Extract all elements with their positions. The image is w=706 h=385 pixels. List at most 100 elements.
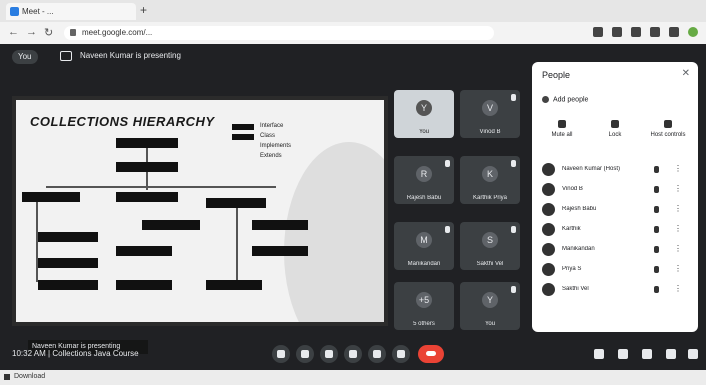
browser-tabbar: Meet - ... + — [0, 0, 706, 23]
mute-all-button[interactable]: Mute all — [538, 120, 586, 138]
list-item[interactable]: Sakthi Vel ⋮ — [532, 280, 698, 300]
hierarchy-node — [252, 246, 308, 256]
participant-name: You — [418, 129, 430, 135]
person-name: Vinod B — [562, 186, 583, 192]
action-label: Host controls — [650, 132, 686, 138]
extension-icon[interactable] — [593, 27, 603, 37]
list-item[interactable]: Rajesh Babu ⋮ — [532, 200, 698, 220]
participant-tile[interactable]: M Manikandan — [394, 222, 454, 270]
list-item[interactable]: Naveen Kumar (Host) ⋮ — [532, 160, 698, 180]
list-item[interactable]: Karthik ⋮ — [532, 220, 698, 240]
host-controls-icon[interactable] — [688, 349, 698, 359]
shared-slide: COLLECTIONS HIERARCHY Interface Class Im… — [16, 100, 384, 322]
extension-icon[interactable] — [612, 27, 622, 37]
end-call-button[interactable] — [418, 345, 444, 363]
address-bar[interactable]: meet.google.com/... — [64, 26, 494, 40]
person-name: Karthik — [562, 226, 581, 232]
new-tab-button[interactable]: + — [140, 3, 147, 17]
more-vert-icon[interactable]: ⋮ — [674, 204, 682, 213]
avatar — [542, 243, 555, 256]
participant-name: Rajesh Babu — [406, 195, 442, 201]
participant-tile[interactable]: Y You — [460, 282, 520, 330]
download-text[interactable]: Download — [14, 373, 45, 380]
legend-label: Interface — [260, 123, 284, 129]
avatar — [542, 163, 555, 176]
legend-label: Class — [260, 133, 276, 139]
participant-tile[interactable]: +5 5 others — [394, 282, 454, 330]
list-item[interactable]: Manikandan ⋮ — [532, 240, 698, 260]
phone-hangup-icon — [426, 351, 436, 356]
more-vert-icon[interactable]: ⋮ — [674, 284, 682, 293]
people-icon[interactable] — [618, 349, 628, 359]
more-vert-icon[interactable]: ⋮ — [674, 264, 682, 273]
participant-name: 5 others — [413, 321, 435, 327]
mic-icon — [511, 160, 516, 167]
reload-icon[interactable]: ↻ — [44, 26, 53, 39]
meeting-header: You Naveen Kumar is presenting — [0, 44, 530, 70]
person-name: Sakthi Vel — [562, 286, 589, 292]
extension-icon[interactable] — [631, 27, 641, 37]
mic-icon[interactable] — [654, 286, 659, 293]
mic-off-icon — [558, 120, 566, 128]
participant-name: You — [484, 321, 496, 327]
participant-name: Sakthi Vel — [476, 261, 504, 267]
hand-icon — [349, 350, 357, 358]
captions-icon — [325, 350, 333, 358]
avatar — [542, 183, 555, 196]
participant-tile[interactable]: R Rajesh Babu — [394, 156, 454, 204]
participant-tile[interactable]: S Sakthi Vel — [460, 222, 520, 270]
slide-decoration — [284, 142, 384, 322]
participant-name: Karthik Priya — [472, 195, 507, 201]
participant-tile[interactable]: V Vinod B — [460, 90, 520, 138]
more-vert-icon — [397, 350, 405, 358]
participant-name: Vinod B — [479, 129, 501, 135]
add-people-button[interactable]: Add people — [542, 96, 588, 103]
browser-toolbar: ← → ↻ meet.google.com/... — [0, 22, 706, 45]
tab-title: Meet - ... — [22, 7, 54, 16]
profile-avatar-icon[interactable] — [688, 27, 698, 37]
browser-tab[interactable]: Meet - ... — [6, 3, 136, 20]
lock-button[interactable]: Lock — [591, 120, 639, 138]
mic-icon[interactable] — [654, 266, 659, 273]
file-icon — [4, 374, 10, 380]
more-vert-icon[interactable]: ⋮ — [674, 164, 682, 173]
captions-button[interactable] — [320, 345, 338, 363]
mic-icon[interactable] — [654, 186, 659, 193]
close-icon[interactable]: ✕ — [682, 68, 690, 79]
mic-icon[interactable] — [654, 226, 659, 233]
list-item[interactable]: Priya S ⋮ — [532, 260, 698, 280]
camera-button[interactable] — [296, 345, 314, 363]
participant-avatar: K — [482, 166, 498, 182]
extension-icon[interactable] — [669, 27, 679, 37]
raise-hand-button[interactable] — [344, 345, 362, 363]
more-vert-icon[interactable]: ⋮ — [674, 224, 682, 233]
mic-icon[interactable] — [654, 246, 659, 253]
forward-icon[interactable]: → — [26, 26, 37, 38]
chat-icon[interactable] — [642, 349, 652, 359]
legend-swatch — [232, 134, 254, 140]
back-icon[interactable]: ← — [8, 26, 19, 38]
list-item[interactable]: Vinod B ⋮ — [532, 180, 698, 200]
participant-tile[interactable]: K Karthik Priya — [460, 156, 520, 204]
participant-avatar: R — [416, 166, 432, 182]
participant-name: Manikandan — [407, 261, 441, 267]
more-vert-icon[interactable]: ⋮ — [674, 184, 682, 193]
mic-icon[interactable] — [654, 166, 659, 173]
activities-icon[interactable] — [666, 349, 676, 359]
hierarchy-node — [116, 162, 178, 172]
host-controls-button[interactable]: Host controls — [644, 120, 692, 138]
participant-avatar: V — [482, 100, 498, 116]
info-icon[interactable] — [594, 349, 604, 359]
host-pill[interactable]: You — [12, 50, 38, 64]
present-button[interactable] — [368, 345, 386, 363]
hierarchy-node — [38, 232, 98, 242]
more-options-button[interactable] — [392, 345, 410, 363]
extension-icon[interactable] — [650, 27, 660, 37]
hierarchy-link — [146, 148, 148, 162]
mic-button[interactable] — [272, 345, 290, 363]
participant-tile[interactable]: Y You — [394, 90, 454, 138]
mic-icon[interactable] — [654, 206, 659, 213]
more-vert-icon[interactable]: ⋮ — [674, 244, 682, 253]
hierarchy-node — [206, 280, 262, 290]
presentation-stage[interactable]: COLLECTIONS HIERARCHY Interface Class Im… — [12, 96, 388, 354]
